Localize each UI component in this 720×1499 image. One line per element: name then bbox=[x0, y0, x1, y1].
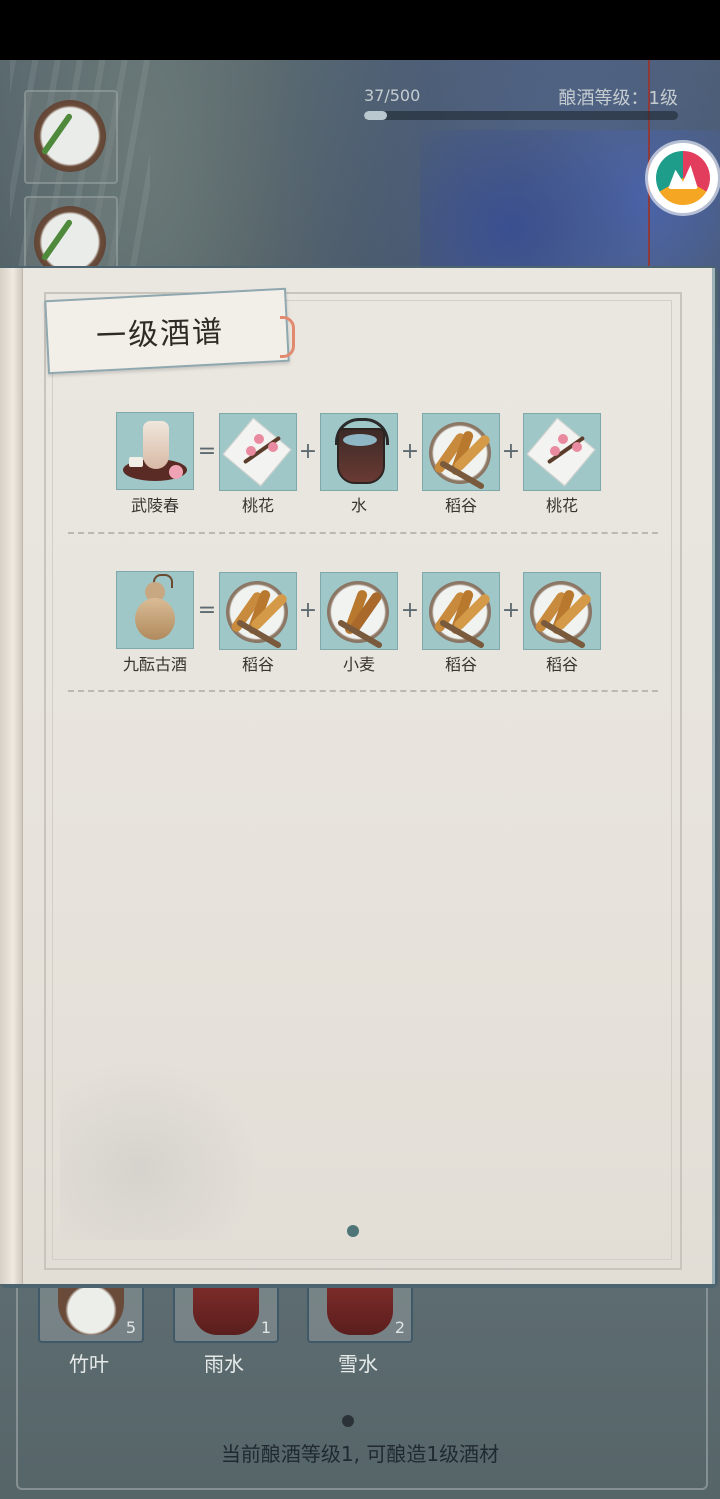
inventory-slot-bamboo-leaf[interactable]: 5 bbox=[38, 1285, 144, 1343]
inventory-slot-snow-water[interactable]: 2 bbox=[307, 1285, 413, 1343]
plus-sign: + bbox=[298, 439, 318, 464]
plus-sign: + bbox=[501, 598, 521, 623]
recipe-result-wulingchun[interactable] bbox=[116, 412, 194, 490]
plus-sign: + bbox=[400, 439, 420, 464]
equals-sign: = bbox=[197, 439, 217, 464]
book-spine bbox=[0, 268, 23, 1284]
mountain-icon bbox=[656, 151, 710, 205]
inventory-slot-rain-water[interactable]: 1 bbox=[173, 1285, 279, 1343]
item-count: 2 bbox=[394, 1318, 405, 1337]
ingredient-label: 稻谷 bbox=[545, 655, 578, 674]
item-count: 5 bbox=[125, 1318, 136, 1337]
plus-sign: + bbox=[298, 598, 318, 623]
recipe-result-jiuyun-gujiu[interactable] bbox=[116, 571, 194, 649]
water-barrel-icon bbox=[193, 1285, 259, 1335]
ingredient-label: 水 bbox=[350, 496, 367, 515]
ingredient-wheat[interactable] bbox=[320, 572, 398, 650]
inventory-label: 雪水 bbox=[338, 1352, 378, 1376]
equals-sign: = bbox=[197, 598, 217, 623]
status-bar bbox=[0, 0, 720, 60]
ingredient-rice-grain[interactable] bbox=[422, 572, 500, 650]
ingredient-label: 稻谷 bbox=[241, 655, 274, 674]
bamboo-leaf-icon bbox=[58, 1285, 124, 1335]
inventory-label: 雨水 bbox=[204, 1352, 244, 1376]
ingredient-label: 桃花 bbox=[545, 496, 578, 515]
exp-progress-bar bbox=[364, 111, 678, 120]
ribbon-icon bbox=[280, 316, 295, 358]
ink-painting-decoration bbox=[60, 1060, 260, 1240]
bamboo-leaf-icon bbox=[34, 100, 106, 172]
ingredient-label: 稻谷 bbox=[444, 655, 477, 674]
recipe-result-label: 武陵春 bbox=[130, 496, 179, 515]
ingredient-label: 小麦 bbox=[342, 655, 375, 674]
ingredient-rice-grain[interactable] bbox=[219, 572, 297, 650]
ingredient-water[interactable] bbox=[320, 413, 398, 491]
side-material-slot[interactable] bbox=[24, 196, 118, 278]
ingredient-label: 桃花 bbox=[241, 496, 274, 515]
brewing-hint-text: 当前酿酒等级1, 可酿造1级酒材 bbox=[220, 1442, 500, 1466]
wine-bottle-icon bbox=[143, 421, 169, 469]
recipe-divider bbox=[68, 532, 658, 534]
inventory-label: 竹叶 bbox=[69, 1352, 109, 1376]
item-count: 1 bbox=[260, 1318, 271, 1337]
brewing-level-text: 酿酒等级：1级 bbox=[558, 88, 678, 109]
exp-progress-fill bbox=[364, 111, 388, 120]
ingredient-peach-blossom[interactable] bbox=[219, 413, 297, 491]
plus-sign: + bbox=[400, 598, 420, 623]
page-indicator-dot[interactable] bbox=[342, 1415, 354, 1427]
exp-progress-text: 37/500 bbox=[364, 86, 421, 105]
ingredient-rice-grain[interactable] bbox=[422, 413, 500, 491]
ingredient-peach-blossom[interactable] bbox=[523, 413, 601, 491]
side-material-slot[interactable] bbox=[24, 90, 118, 184]
ingredient-rice-grain[interactable] bbox=[523, 572, 601, 650]
recipe-book-title: 一级酒谱 bbox=[95, 314, 225, 355]
ingredient-label: 稻谷 bbox=[444, 496, 477, 515]
recipe-result-label: 九酝古酒 bbox=[122, 655, 187, 674]
plus-sign: + bbox=[501, 439, 521, 464]
recipe-divider bbox=[68, 690, 658, 692]
gourd-icon bbox=[135, 598, 175, 640]
page-indicator-dot[interactable] bbox=[347, 1225, 359, 1237]
water-barrel-icon bbox=[327, 1285, 393, 1335]
mountain-logo-button[interactable] bbox=[648, 143, 718, 213]
